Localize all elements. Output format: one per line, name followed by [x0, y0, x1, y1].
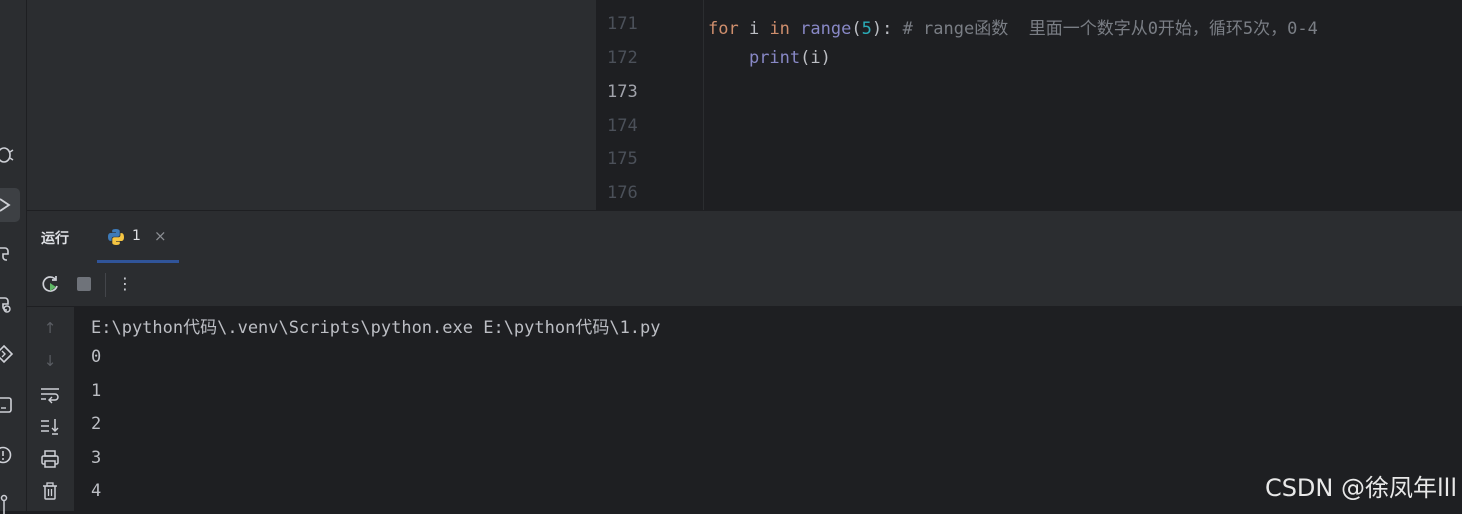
line-number: 176	[607, 183, 638, 203]
code-line-172[interactable]: print(i)	[708, 48, 831, 68]
editor-gutter: 171 172 173 174 175 176	[597, 0, 704, 210]
print-args: (i)	[800, 48, 831, 68]
terminal-icon[interactable]	[0, 393, 20, 417]
builtin-print: print	[748, 48, 801, 68]
stop-icon[interactable]	[74, 274, 94, 294]
problems-icon[interactable]	[0, 443, 20, 467]
keyword-for: for	[708, 19, 739, 39]
more-options-icon[interactable]: ⋮	[115, 274, 135, 294]
bug-icon[interactable]	[0, 142, 20, 166]
project-pane	[27, 0, 596, 210]
code-line-171[interactable]: for i in range(5): # range函数 里面一个数字从0开始，…	[708, 14, 1318, 39]
git-icon[interactable]	[0, 490, 20, 514]
python-icon	[108, 229, 124, 245]
python-packages-icon[interactable]	[0, 242, 20, 266]
paren-close: ):	[871, 19, 893, 39]
console-output-line: 0	[91, 347, 102, 367]
line-number-current: 173	[607, 82, 638, 102]
trash-icon[interactable]	[39, 480, 61, 502]
run-icon[interactable]	[0, 188, 20, 222]
python-console-icon[interactable]	[0, 292, 20, 316]
run-toolbar: ⋮	[27, 263, 1462, 307]
console-command-line: E:\python代码\.venv\Scripts\python.exe E:\…	[91, 318, 661, 338]
run-tab-label: 1	[132, 228, 141, 244]
line-number: 171	[607, 14, 638, 34]
soft-wrap-icon[interactable]	[39, 383, 61, 405]
toolbar-separator	[105, 273, 106, 297]
console-output-line: 2	[91, 414, 102, 434]
code-comment: # range函数 里面一个数字从0开始，循环5次，0-4	[892, 19, 1318, 39]
console-output[interactable]: E:\python代码\.venv\Scripts\python.exe E:\…	[75, 307, 1462, 511]
number-literal: 5	[861, 19, 872, 39]
line-number: 175	[607, 149, 638, 169]
line-number: 172	[607, 48, 638, 68]
close-tab-icon[interactable]: ×	[154, 227, 167, 245]
scroll-to-end-icon[interactable]	[39, 415, 61, 437]
console-output-line: 1	[91, 381, 102, 401]
builtin-range: range	[800, 19, 852, 39]
scroll-up-icon[interactable]: ↑	[39, 317, 61, 339]
watermark: CSDN @徐凤年lll	[1264, 474, 1457, 502]
line-number: 174	[607, 116, 638, 136]
code-editor[interactable]: for i in range(5): # range函数 里面一个数字从0开始，…	[704, 0, 1462, 210]
run-panel-title: 运行	[41, 231, 69, 247]
console-actions: ↑ ↓	[27, 307, 74, 511]
services-icon[interactable]	[0, 342, 20, 366]
keyword-in: in	[769, 19, 790, 39]
rerun-icon[interactable]	[41, 274, 61, 294]
run-tab[interactable]: 1 ×	[97, 211, 179, 263]
print-icon[interactable]	[39, 448, 61, 470]
tool-window-strip	[0, 0, 27, 514]
scroll-down-icon[interactable]: ↓	[39, 350, 61, 372]
console-output-line: 4	[91, 481, 102, 501]
run-panel-header: 运行 1 ×	[27, 210, 1462, 264]
variable-i: i	[738, 19, 770, 39]
paren-open: (	[851, 19, 862, 39]
console-output-line: 3	[91, 448, 102, 468]
